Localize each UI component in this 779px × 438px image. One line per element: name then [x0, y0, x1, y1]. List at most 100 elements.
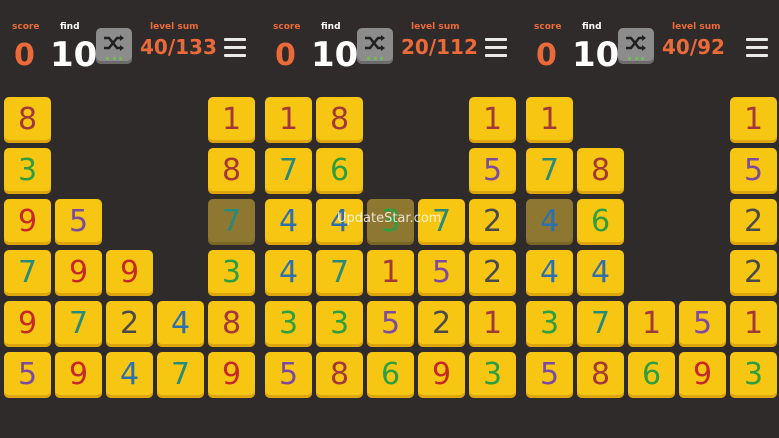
number-tile[interactable]: 5	[4, 352, 51, 398]
number-tile[interactable]: 7	[55, 301, 102, 347]
hamburger-menu-icon[interactable]	[746, 38, 768, 58]
number-tile[interactable]: 1	[628, 301, 675, 347]
number-tile[interactable]: 6	[628, 352, 675, 398]
game-panel-3: score find level sum 0 10 40/92 17443586…	[522, 0, 779, 438]
number-tile[interactable]: 8	[316, 352, 363, 398]
score-value: 0	[14, 38, 35, 73]
number-tile[interactable]: 4	[526, 199, 573, 245]
level-sum-label: level sum	[411, 22, 460, 32]
number-tile[interactable]: 4	[106, 352, 153, 398]
number-tile[interactable]: 4	[157, 301, 204, 347]
number-tile[interactable]: 5	[730, 148, 777, 194]
number-tile[interactable]: 2	[730, 250, 777, 296]
tile-board: 839795597992447187389	[4, 97, 256, 398]
number-tile[interactable]: 4	[526, 250, 573, 296]
number-tile[interactable]: 2	[469, 199, 516, 245]
number-tile[interactable]: 9	[106, 250, 153, 296]
number-tile[interactable]: 9	[55, 352, 102, 398]
tile-board: 17443586473831567529152213	[265, 97, 517, 398]
find-target-value: 10	[572, 35, 620, 75]
level-sum-label: level sum	[150, 22, 199, 32]
number-tile[interactable]: 7	[316, 250, 363, 296]
number-tile[interactable]: 7	[526, 148, 573, 194]
score-label: score	[534, 22, 562, 32]
number-tile[interactable]: 3	[208, 250, 255, 296]
number-tile[interactable]: 5	[418, 250, 465, 296]
number-tile[interactable]: 3	[526, 301, 573, 347]
number-tile[interactable]: 5	[526, 352, 573, 398]
number-tile[interactable]: 8	[208, 148, 255, 194]
number-tile[interactable]: 3	[469, 352, 516, 398]
find-label: find	[582, 22, 602, 32]
number-tile[interactable]: 8	[577, 148, 624, 194]
game-panel-1: score find level sum 0 10 40/133 8397955…	[0, 0, 260, 438]
number-tile[interactable]: 8	[577, 352, 624, 398]
number-tile[interactable]: 4	[577, 250, 624, 296]
number-tile[interactable]: 1	[730, 97, 777, 143]
number-tile[interactable]: 1	[526, 97, 573, 143]
number-tile[interactable]: 9	[679, 352, 726, 398]
number-tile[interactable]: 1	[469, 301, 516, 347]
number-tile[interactable]: 2	[418, 301, 465, 347]
level-sum-value: 20/112	[401, 35, 478, 59]
number-tile[interactable]: 9	[4, 301, 51, 347]
shuffle-button[interactable]	[618, 28, 654, 64]
number-tile[interactable]: 7	[4, 250, 51, 296]
hamburger-menu-icon[interactable]	[485, 38, 507, 58]
number-tile[interactable]: 2	[730, 199, 777, 245]
number-tile[interactable]: 5	[469, 148, 516, 194]
number-tile[interactable]: 8	[208, 301, 255, 347]
score-label: score	[12, 22, 40, 32]
number-tile[interactable]: 3	[4, 148, 51, 194]
number-tile[interactable]: 1	[265, 97, 312, 143]
shuffle-count-dots	[628, 57, 644, 60]
number-tile[interactable]: 8	[4, 97, 51, 143]
number-tile[interactable]: 6	[367, 352, 414, 398]
number-tile[interactable]: 5	[679, 301, 726, 347]
number-tile[interactable]: 5	[55, 199, 102, 245]
number-tile[interactable]: 7	[208, 199, 255, 245]
number-tile[interactable]: 2	[106, 301, 153, 347]
number-tile[interactable]: 1	[730, 301, 777, 347]
number-tile[interactable]: 3	[730, 352, 777, 398]
number-tile[interactable]: 7	[577, 301, 624, 347]
shuffle-count-dots	[106, 57, 122, 60]
tile-board: 174435864781659152213	[526, 97, 778, 398]
number-tile[interactable]: 9	[4, 199, 51, 245]
hamburger-menu-icon[interactable]	[224, 38, 246, 58]
level-sum-label: level sum	[672, 22, 721, 32]
number-tile[interactable]: 1	[367, 250, 414, 296]
shuffle-button[interactable]	[96, 28, 132, 64]
score-label: score	[273, 22, 301, 32]
number-tile[interactable]: 1	[469, 97, 516, 143]
number-tile[interactable]: 4	[265, 250, 312, 296]
shuffle-button[interactable]	[357, 28, 393, 64]
number-tile[interactable]: 6	[316, 148, 363, 194]
number-tile[interactable]: 5	[367, 301, 414, 347]
number-tile[interactable]: 2	[469, 250, 516, 296]
number-tile[interactable]: 1	[208, 97, 255, 143]
number-tile[interactable]: 4	[265, 199, 312, 245]
number-tile[interactable]: 8	[316, 97, 363, 143]
number-tile[interactable]: 6	[577, 199, 624, 245]
number-tile[interactable]: 9	[55, 250, 102, 296]
score-value: 0	[275, 38, 296, 73]
shuffle-count-dots	[367, 57, 383, 60]
number-tile[interactable]: 9	[208, 352, 255, 398]
level-sum-value: 40/92	[662, 35, 725, 59]
find-target-value: 10	[50, 35, 98, 75]
find-label: find	[60, 22, 80, 32]
number-tile[interactable]: 9	[418, 352, 465, 398]
shuffle-icon	[626, 35, 646, 51]
find-label: find	[321, 22, 341, 32]
number-tile[interactable]: 3	[316, 301, 363, 347]
number-tile[interactable]: 3	[265, 301, 312, 347]
find-target-value: 10	[311, 35, 359, 75]
shuffle-icon	[365, 35, 385, 51]
level-sum-value: 40/133	[140, 35, 217, 59]
watermark: UpdateStar.com	[337, 211, 442, 226]
number-tile[interactable]: 5	[265, 352, 312, 398]
number-tile[interactable]: 7	[157, 352, 204, 398]
number-tile[interactable]: 7	[265, 148, 312, 194]
score-value: 0	[536, 38, 557, 73]
